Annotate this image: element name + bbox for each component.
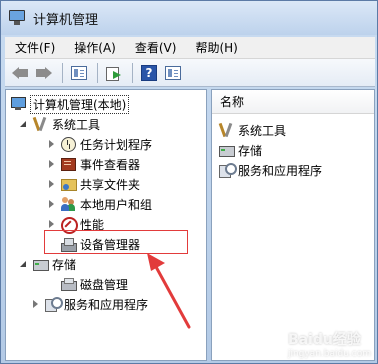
expand-arrow-icon[interactable] — [32, 300, 40, 308]
list-item[interactable]: 系统工具 — [218, 120, 286, 140]
expand-arrow-icon[interactable] — [48, 180, 56, 188]
show-hide-tree-icon — [71, 65, 87, 80]
collapse-arrow-icon[interactable] — [20, 260, 28, 268]
expand-arrow-icon[interactable] — [48, 200, 56, 208]
watermark-text: Baidu经验 — [287, 332, 361, 348]
window-title: 计算机管理 — [33, 12, 99, 28]
tree-item-local-users[interactable]: 本地用户和组 — [48, 194, 152, 214]
services-icon — [218, 162, 237, 178]
toolbar-separator — [62, 62, 63, 83]
tree-item-label: 共享文件夹 — [80, 177, 141, 192]
storage-icon — [32, 256, 49, 272]
tree-item-services-apps[interactable]: 服务和应用程序 — [32, 294, 148, 314]
expand-arrow-icon[interactable] — [48, 220, 56, 228]
back-button[interactable] — [9, 62, 31, 84]
tools-icon — [32, 116, 48, 132]
tree-item-label: 存储 — [52, 257, 77, 272]
column-header-name[interactable]: 名称 — [212, 90, 374, 114]
tree-item-label: 事件查看器 — [80, 157, 141, 172]
help-button[interactable]: ? — [138, 62, 160, 84]
content-list[interactable]: 名称 系统工具 存储 服务和应用程序 — [211, 89, 375, 361]
tree-item-label: 本地用户和组 — [80, 197, 153, 212]
back-icon — [12, 66, 28, 79]
action-pane-button[interactable] — [162, 62, 184, 84]
toolbar-separator — [97, 62, 98, 83]
shared-folder-icon — [60, 176, 77, 192]
list-item[interactable]: 存储 — [218, 140, 262, 160]
show-hide-tree-button[interactable] — [68, 62, 90, 84]
tree-item-task-scheduler[interactable]: 任务计划程序 — [48, 134, 152, 154]
action-pane-icon — [165, 65, 181, 80]
clock-icon — [60, 136, 76, 152]
computer-management-icon — [9, 10, 27, 26]
list-item-label: 服务和应用程序 — [238, 163, 323, 178]
tree-item-shared-folders[interactable]: 共享文件夹 — [48, 174, 140, 194]
toolbar-separator — [132, 62, 133, 83]
tools-icon — [218, 122, 234, 138]
event-log-icon — [60, 156, 76, 172]
tree-item-system-tools[interactable]: 系统工具 — [20, 114, 100, 134]
menu-view[interactable]: 查看(V) — [125, 37, 186, 59]
tree-item-disk-management[interactable]: 磁盘管理 — [60, 274, 128, 294]
title-bar[interactable]: 计算机管理 — [1, 1, 377, 35]
menu-bar: 文件(F) 操作(A) 查看(V) 帮助(H) — [5, 37, 375, 59]
computer-management-window: 计算机管理 文件(F) 操作(A) 查看(V) 帮助(H) ? 计算机管理(本地… — [0, 0, 378, 364]
collapse-arrow-icon[interactable] — [20, 120, 28, 128]
list-item-label: 存储 — [238, 143, 263, 158]
tree-item-label: 计算机管理(本地) — [30, 94, 130, 114]
expand-arrow-icon[interactable] — [48, 160, 56, 168]
watermark: Baidu经验 jingyan.baidu.com — [288, 329, 371, 359]
menu-help[interactable]: 帮助(H) — [185, 37, 246, 59]
list-item-label: 系统工具 — [238, 123, 287, 138]
watermark-subtext: jingyan.baidu.com — [287, 349, 371, 359]
disk-icon — [60, 276, 77, 292]
tree-item-label: 服务和应用程序 — [64, 297, 149, 312]
toolbar: ? — [5, 59, 375, 87]
annotation-arrow — [147, 253, 191, 329]
tree-item-label: 任务计划程序 — [80, 137, 153, 152]
computer-icon — [10, 96, 26, 112]
menu-file[interactable]: 文件(F) — [5, 37, 64, 59]
services-icon — [44, 296, 63, 312]
menu-action[interactable]: 操作(A) — [64, 37, 125, 59]
tree-item-label: 系统工具 — [52, 117, 101, 132]
tree-item-storage[interactable]: 存储 — [20, 254, 76, 274]
forward-button[interactable] — [33, 62, 55, 84]
users-icon — [60, 196, 76, 212]
export-list-icon — [106, 66, 122, 81]
tree-item-event-viewer[interactable]: 事件查看器 — [48, 154, 140, 174]
tree-item-label: 磁盘管理 — [80, 277, 129, 292]
help-icon: ? — [141, 64, 157, 81]
storage-icon — [218, 142, 235, 158]
forward-icon — [36, 66, 52, 79]
tree-item-root[interactable]: 计算机管理(本地) — [10, 94, 130, 114]
list-item[interactable]: 服务和应用程序 — [218, 160, 322, 180]
export-list-button[interactable] — [103, 62, 125, 84]
expand-arrow-icon[interactable] — [48, 140, 56, 148]
